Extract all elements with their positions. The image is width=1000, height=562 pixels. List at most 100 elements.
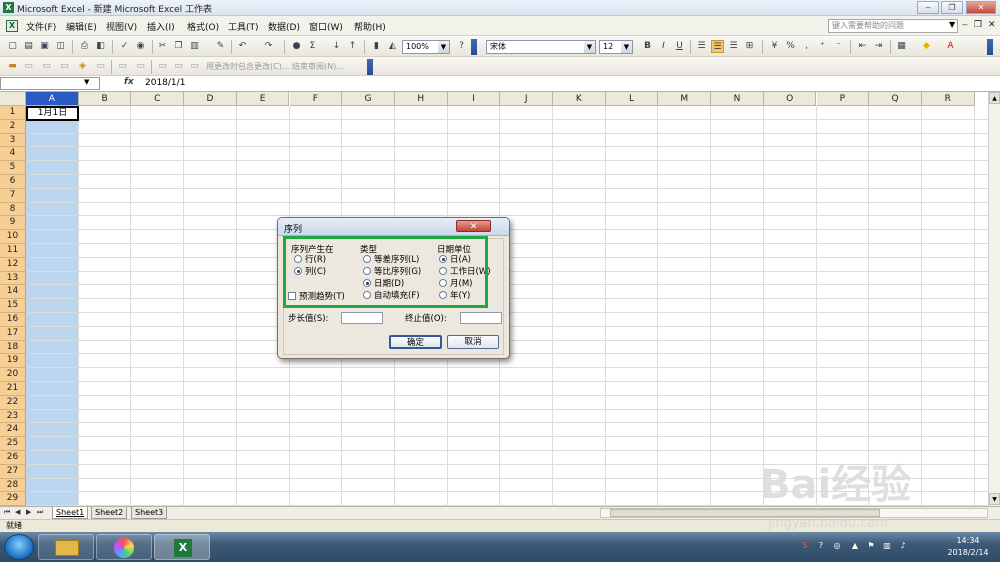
print-preview-icon[interactable]: ◧: [94, 40, 107, 53]
column-header-o[interactable]: O: [763, 92, 817, 106]
row-header-19[interactable]: 19: [0, 354, 26, 369]
font-color-icon[interactable]: A: [944, 40, 957, 53]
row-header-13[interactable]: 13: [0, 271, 26, 286]
underline-button[interactable]: U: [673, 40, 686, 53]
row-header-17[interactable]: 17: [0, 326, 26, 341]
start-button[interactable]: [4, 534, 34, 560]
scroll-up-icon[interactable]: ▲: [989, 92, 1000, 104]
row-header-2[interactable]: 2: [0, 119, 26, 134]
ok-button[interactable]: 确定: [389, 335, 442, 349]
row-header-11[interactable]: 11: [0, 244, 26, 258]
column-header-f[interactable]: F: [289, 92, 343, 106]
row-header-15[interactable]: 15: [0, 299, 26, 313]
step-input[interactable]: [341, 312, 383, 324]
prev-sheet-icon[interactable]: ◀: [15, 508, 20, 516]
volume-icon[interactable]: ♪: [898, 541, 908, 551]
column-header-a[interactable]: A: [26, 92, 79, 106]
tab-sheet1[interactable]: Sheet1: [52, 507, 89, 519]
row-header-26[interactable]: 26: [0, 451, 26, 465]
tab-sheet2[interactable]: Sheet2: [91, 507, 128, 519]
column-header-d[interactable]: D: [184, 92, 237, 106]
permission-icon[interactable]: ◫: [54, 40, 67, 53]
last-sheet-icon[interactable]: ⏭: [37, 508, 43, 517]
drawing-icon[interactable]: ◭: [386, 40, 399, 53]
help-search-input[interactable]: 键入需要帮助的问题: [828, 19, 958, 33]
font-size-select[interactable]: 12 ▼: [599, 40, 633, 54]
row-header-23[interactable]: 23: [0, 409, 26, 424]
dialog-close-button[interactable]: ✕: [456, 220, 491, 232]
decrease-decimal-icon[interactable]: ⁻: [832, 40, 845, 53]
menu-window[interactable]: 窗口(W): [309, 20, 343, 33]
row-header-12[interactable]: 12: [0, 257, 26, 272]
column-header-i[interactable]: I: [447, 92, 501, 106]
copy-icon[interactable]: ❐: [172, 40, 185, 53]
open-icon[interactable]: ▤: [22, 40, 35, 53]
folder-icon[interactable]: ▬: [6, 60, 19, 73]
stop-input[interactable]: [460, 312, 502, 324]
undo-icon[interactable]: ↶: [236, 40, 249, 53]
excel-app-icon[interactable]: X: [3, 2, 14, 13]
row-header-6[interactable]: 6: [0, 175, 26, 189]
spelling-icon[interactable]: ✓: [118, 40, 131, 53]
menu-file[interactable]: 文件(F): [26, 20, 56, 33]
input-method-icon[interactable]: S: [800, 541, 810, 551]
research-icon[interactable]: ◉: [134, 40, 147, 53]
cancel-button[interactable]: 取消: [447, 335, 499, 349]
paste-icon[interactable]: ▥: [188, 40, 201, 53]
font-name-dropdown-icon[interactable]: ▼: [584, 41, 595, 53]
cut-icon[interactable]: ✂: [156, 40, 169, 53]
first-sheet-icon[interactable]: ⏮: [4, 508, 10, 517]
menu-format[interactable]: 格式(O): [187, 20, 219, 33]
sort-descending-icon[interactable]: ↑: [346, 40, 359, 53]
chart-wizard-icon[interactable]: ▮: [370, 40, 383, 53]
scroll-down-icon[interactable]: ▼: [989, 493, 1000, 505]
row-header-24[interactable]: 24: [0, 423, 26, 438]
taskbar-browser[interactable]: [96, 534, 152, 560]
insert-function-icon[interactable]: fx: [124, 77, 134, 87]
close-button[interactable]: ✕: [966, 1, 996, 14]
hyperlink-icon[interactable]: ●: [290, 40, 303, 53]
menu-insert[interactable]: 插入(I): [147, 20, 175, 33]
column-header-e[interactable]: E: [236, 92, 290, 106]
align-left-icon[interactable]: ☰: [695, 40, 708, 53]
vertical-scrollbar[interactable]: ▲ ▼: [988, 92, 1000, 506]
minimize-button[interactable]: ‒: [917, 1, 939, 14]
doc-close-icon[interactable]: ✕: [988, 20, 996, 30]
name-box-dropdown-icon[interactable]: ▼: [84, 78, 89, 86]
clock[interactable]: 14:34 2018/2/14: [938, 535, 998, 559]
help-icon[interactable]: ?: [455, 40, 468, 53]
action-center-icon[interactable]: ⚑: [866, 541, 876, 551]
fill-color-icon[interactable]: ◆: [920, 40, 933, 53]
help-tray-icon[interactable]: ?: [816, 541, 826, 551]
column-header-j[interactable]: J: [500, 92, 553, 106]
row-header-5[interactable]: 5: [0, 161, 26, 175]
dialog-title-bar[interactable]: 序列 ✕: [278, 218, 509, 236]
align-right-icon[interactable]: ☰: [727, 40, 740, 53]
column-header-p[interactable]: P: [816, 92, 870, 106]
tray-expand-icon[interactable]: ▲: [850, 541, 860, 551]
menu-data[interactable]: 数据(D): [268, 20, 300, 33]
currency-icon[interactable]: ¥: [768, 40, 781, 53]
app-tray-icon[interactable]: ◎: [832, 541, 842, 551]
row-header-20[interactable]: 20: [0, 368, 26, 382]
menu-view[interactable]: 视图(V): [106, 20, 137, 33]
column-header-q[interactable]: Q: [869, 92, 922, 106]
print-icon[interactable]: ⎙: [78, 40, 91, 53]
redo-icon[interactable]: ↷: [262, 40, 275, 53]
autosum-icon[interactable]: Σ: [306, 40, 319, 53]
column-header-h[interactable]: H: [394, 92, 448, 106]
column-header-k[interactable]: K: [553, 92, 606, 106]
column-header-n[interactable]: N: [711, 92, 764, 106]
font-name-select[interactable]: 宋体 ▼: [486, 40, 596, 54]
doc-restore-icon[interactable]: ❐: [974, 20, 982, 30]
formula-input[interactable]: 2018/1/1: [145, 78, 185, 88]
sort-ascending-icon[interactable]: ↓: [330, 40, 343, 53]
row-header-9[interactable]: 9: [0, 216, 26, 231]
cell-a1[interactable]: 1月1日: [26, 106, 79, 121]
menu-tools[interactable]: 工具(T): [228, 20, 259, 33]
comma-icon[interactable]: ,: [800, 40, 813, 53]
tab-sheet3[interactable]: Sheet3: [131, 507, 168, 519]
row-header-22[interactable]: 22: [0, 395, 26, 410]
column-header-l[interactable]: L: [605, 92, 659, 106]
workbook-icon[interactable]: X: [6, 20, 18, 32]
